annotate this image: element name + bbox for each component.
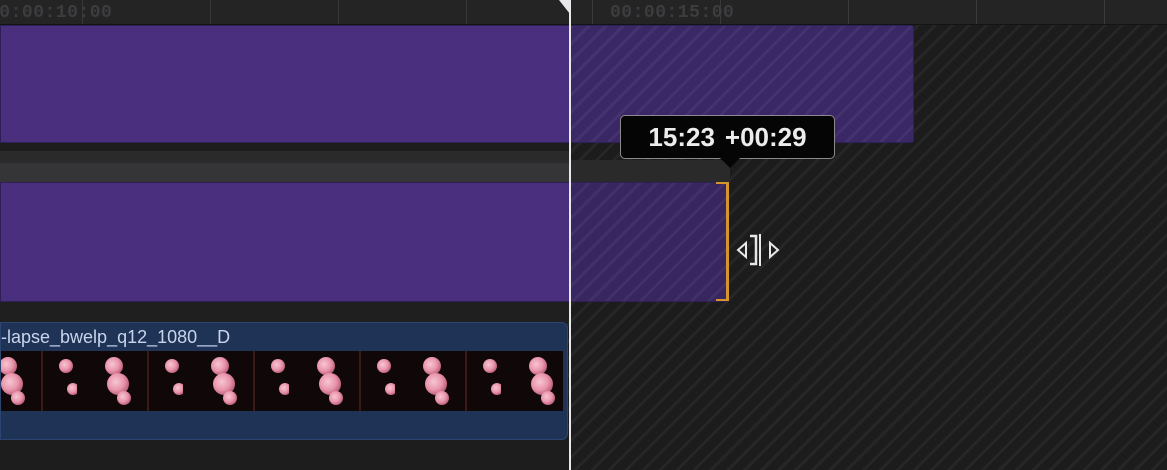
playhead[interactable] <box>569 0 571 470</box>
clip-body <box>1 26 570 142</box>
frame-twig <box>465 351 467 411</box>
tooltip-delta: +00:29 <box>724 121 807 152</box>
ruler-timecode-right: 00:00:15:00 <box>610 3 735 23</box>
blossom-shape <box>541 391 555 405</box>
filmstrip-frame <box>289 351 397 411</box>
blossom-shape <box>483 359 497 373</box>
video-clip[interactable]: -lapse_bwelp_q12_1080__D <box>0 322 568 440</box>
clip-body <box>1 183 570 301</box>
blossom-shape <box>223 391 237 405</box>
lane-separator <box>0 151 570 163</box>
lane-separator <box>570 160 730 182</box>
frame-twig <box>147 351 149 411</box>
ruler-tick <box>210 0 211 24</box>
playhead-flag-icon[interactable] <box>559 0 570 14</box>
tooltip-timecode: 15:23 <box>648 121 715 152</box>
lane-separator <box>0 163 570 182</box>
filmstrip-frame <box>183 351 291 411</box>
blossom-shape <box>329 391 343 405</box>
lane-separator <box>0 143 570 151</box>
ruler-tick <box>592 0 593 24</box>
filmstrip-frame <box>77 351 185 411</box>
frame-twig <box>253 351 255 411</box>
timeline-ruler[interactable]: 00:00:10:00 00:00:15:00 <box>0 0 1167 25</box>
frame-twig <box>41 351 43 411</box>
trim-end-handle[interactable] <box>716 182 729 301</box>
blossom-shape <box>165 359 179 373</box>
title-clip-lower[interactable] <box>0 182 728 302</box>
ruler-tick <box>848 0 849 24</box>
trim-tooltip: 15:23 +00:29 <box>620 115 835 159</box>
ripple-trim-cursor-icon <box>736 234 780 266</box>
blossom-shape <box>435 391 449 405</box>
blossom-shape <box>59 359 73 373</box>
lane-separator <box>0 302 570 322</box>
ruler-tick <box>1104 0 1105 24</box>
ruler-tick <box>976 0 977 24</box>
lane-separator <box>0 440 570 470</box>
tooltip-pointer <box>720 158 740 168</box>
filmstrip-frame <box>1 351 79 411</box>
video-filmstrip <box>1 351 563 411</box>
ruler-tick <box>338 0 339 24</box>
clip-extended-region <box>570 183 727 301</box>
filmstrip-frame <box>501 351 563 411</box>
blossom-shape <box>117 391 131 405</box>
video-clip-name: -lapse_bwelp_q12_1080__D <box>1 327 231 347</box>
blossom-shape <box>11 391 25 405</box>
ruler-timecode-left: 00:00:10:00 <box>0 3 113 23</box>
frame-twig <box>359 351 361 411</box>
blossom-shape <box>271 359 285 373</box>
filmstrip-frame <box>395 351 503 411</box>
blossom-shape <box>377 359 391 373</box>
ruler-tick <box>466 0 467 24</box>
